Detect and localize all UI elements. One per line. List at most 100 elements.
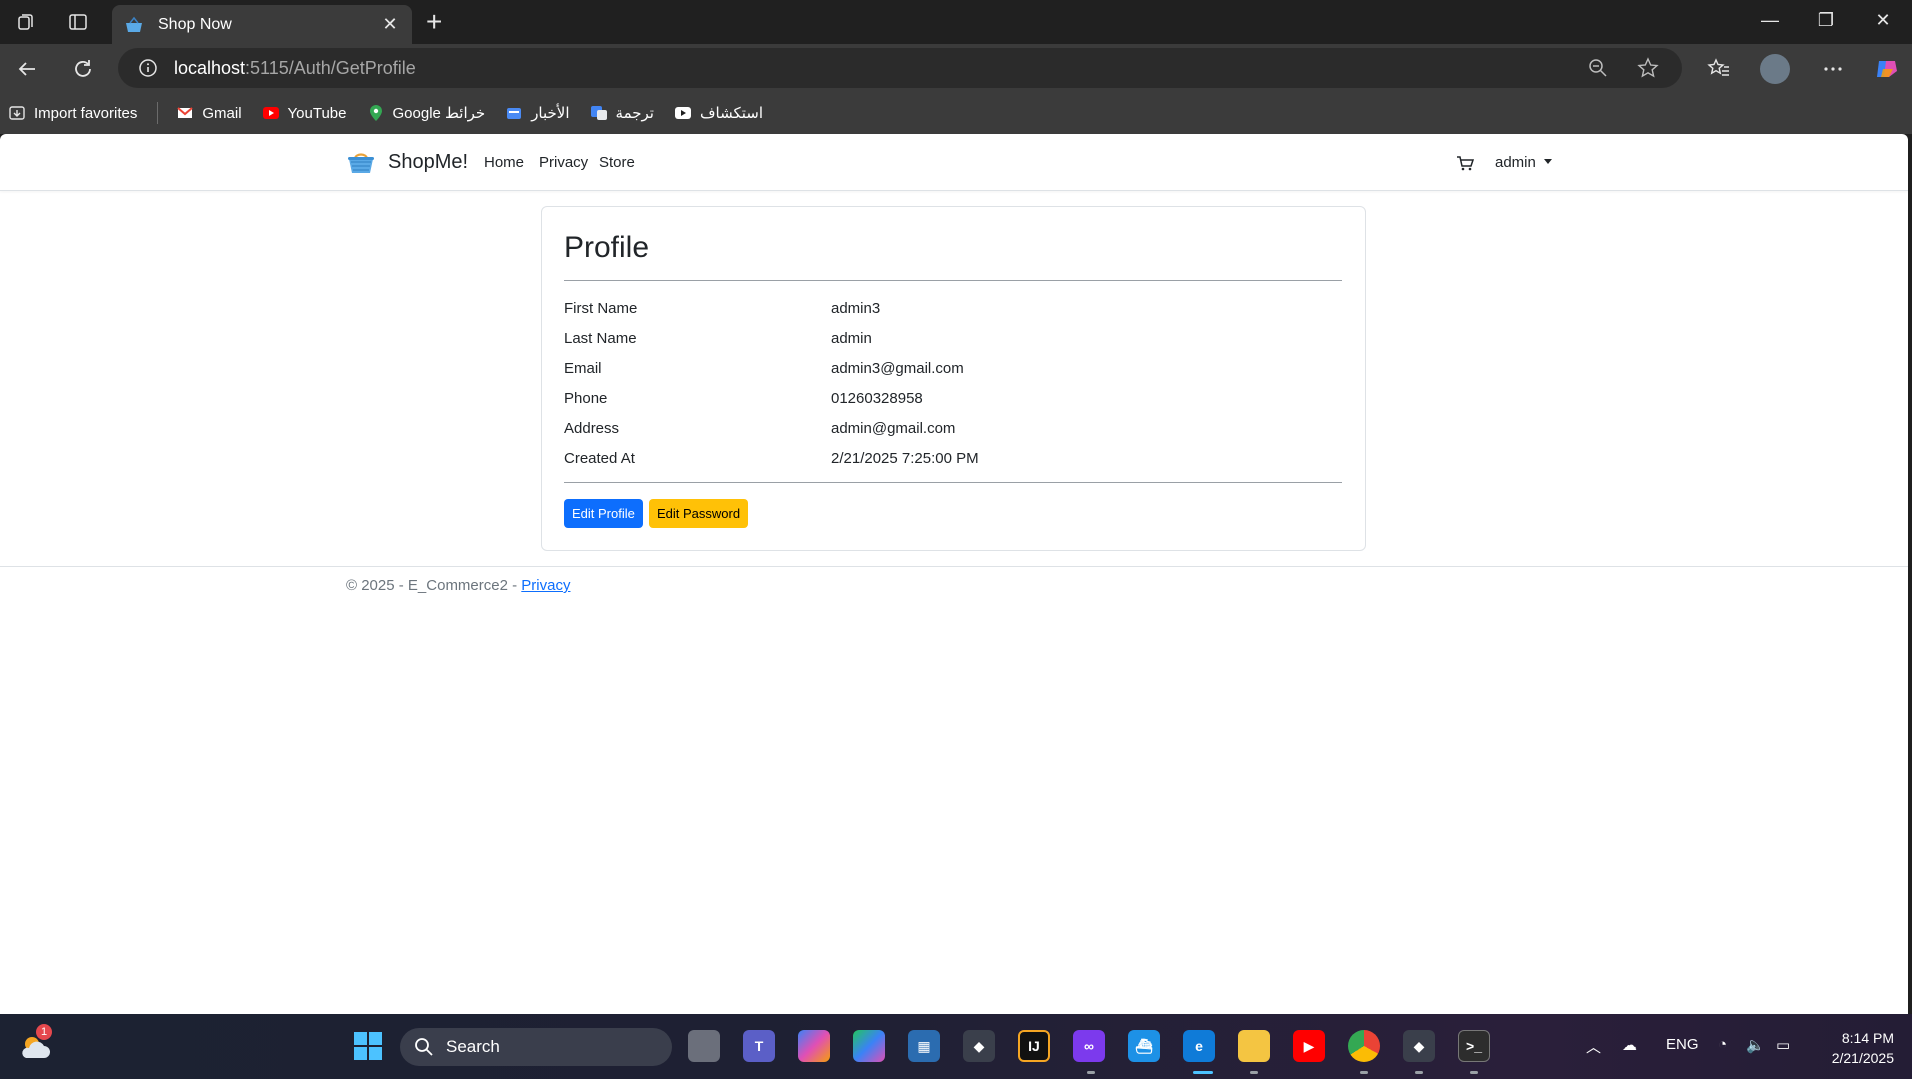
favorite-gmail[interactable]: Gmail xyxy=(176,104,242,122)
profile-avatar[interactable] xyxy=(1760,54,1790,84)
divider xyxy=(564,482,1342,483)
active-indicator xyxy=(1193,1071,1213,1074)
workspaces-icon[interactable] xyxy=(14,10,38,34)
browser-tab-bar: Shop Now ✕ + — ❐ ✕ xyxy=(0,0,1912,44)
copilot-taskbar-icon[interactable] xyxy=(798,1030,830,1062)
running-indicator xyxy=(1087,1071,1095,1074)
refresh-button[interactable] xyxy=(70,56,96,82)
taskbar-clock[interactable]: 8:14 PM 2/21/2025 xyxy=(1832,1028,1894,1068)
battery-icon[interactable]: ▭ xyxy=(1776,1036,1790,1054)
favorite-translate[interactable]: ترجمة xyxy=(590,104,654,122)
address-bar[interactable]: localhost:5115/Auth/GetProfile xyxy=(118,48,1682,88)
close-tab-icon[interactable]: ✕ xyxy=(380,14,400,35)
restore-button[interactable]: ❐ xyxy=(1811,10,1841,31)
basket-icon xyxy=(126,16,142,32)
user-dropdown[interactable]: admin xyxy=(1495,154,1552,171)
gitkraken-icon[interactable]: ◆ xyxy=(963,1030,995,1062)
favorites-bar: Import favorites Gmail YouTube Google خر… xyxy=(0,92,1912,134)
profile-card: Profile First Name admin3 Last Name admi… xyxy=(541,206,1366,551)
favorite-google-maps[interactable]: Google خرائط xyxy=(367,104,485,122)
divider xyxy=(564,280,1342,281)
address-value: admin@gmail.com xyxy=(831,420,956,437)
zoom-icon[interactable] xyxy=(1586,56,1610,80)
clock-date: 2/21/2025 xyxy=(1831,1050,1894,1066)
site-footer: © 2025 - E_Commerce2 - Privacy xyxy=(0,566,1908,606)
site-info-icon[interactable] xyxy=(138,58,158,78)
translate-icon xyxy=(590,106,607,120)
store-icon[interactable]: ▦ xyxy=(908,1030,940,1062)
taskbar-search[interactable]: Search xyxy=(400,1028,672,1066)
git-icon[interactable]: ◆ xyxy=(1403,1030,1435,1062)
task-view-icon[interactable] xyxy=(688,1030,720,1062)
phone-value: 01260328958 xyxy=(831,390,923,407)
language-indicator[interactable]: ENG xyxy=(1666,1036,1699,1053)
url-text: localhost:5115/Auth/GetProfile xyxy=(174,57,416,78)
visual-studio-icon[interactable]: ∞ xyxy=(1073,1030,1105,1062)
chevron-down-icon xyxy=(1543,159,1552,164)
search-icon xyxy=(415,1038,433,1056)
tab-title: Shop Now xyxy=(158,15,232,33)
wifi-icon[interactable]: ◔ xyxy=(1718,1036,1727,1053)
gmail-icon xyxy=(177,107,194,118)
news-icon xyxy=(507,108,522,119)
tab-shop-now[interactable]: Shop Now ✕ xyxy=(112,5,412,44)
m365-icon[interactable] xyxy=(853,1030,885,1062)
vertical-tabs-icon[interactable] xyxy=(66,10,90,34)
last-name-value: admin xyxy=(831,330,872,347)
browser-toolbar: localhost:5115/Auth/GetProfile xyxy=(0,44,1912,92)
edit-password-button[interactable]: Edit Password xyxy=(649,499,749,528)
tray-chevron-icon[interactable]: ︿ xyxy=(1586,1036,1601,1057)
created-at-label: Created At xyxy=(564,450,635,467)
page-title: Profile xyxy=(564,231,650,264)
favorite-discover[interactable]: استكشاف xyxy=(674,104,763,122)
site-navbar: ShopMe! Home Privacy Store admin xyxy=(0,134,1908,191)
chrome-icon[interactable] xyxy=(1348,1030,1380,1062)
minimize-button[interactable]: — xyxy=(1755,10,1785,31)
basket-logo-icon xyxy=(348,153,374,173)
taskbar: 1 Search T ▦ ◆ IJ ∞ ⛴ e ▶ ◆ >_ ︿ ☁ ENG ◔… xyxy=(0,1014,1912,1079)
favorite-import[interactable]: Import favorites xyxy=(8,104,137,122)
onedrive-icon[interactable]: ☁ xyxy=(1622,1036,1637,1054)
brand-link[interactable]: ShopMe! xyxy=(346,148,468,176)
running-indicator xyxy=(1415,1071,1423,1074)
created-at-value: 2/21/2025 7:25:00 PM xyxy=(831,450,979,467)
file-explorer-icon[interactable] xyxy=(1238,1030,1270,1062)
page-viewport: ShopMe! Home Privacy Store admin Profile… xyxy=(0,134,1908,1014)
import-icon xyxy=(9,106,25,120)
back-button[interactable] xyxy=(14,56,40,82)
maps-icon xyxy=(369,105,382,121)
terminal-icon[interactable]: >_ xyxy=(1458,1030,1490,1062)
email-value: admin3@gmail.com xyxy=(831,360,964,377)
clock-time: 8:14 PM xyxy=(1841,1030,1894,1046)
nav-home[interactable]: Home xyxy=(484,154,524,171)
favorite-youtube[interactable]: YouTube xyxy=(262,104,347,122)
edit-profile-button[interactable]: Edit Profile xyxy=(564,499,643,528)
favorite-news[interactable]: الأخبار xyxy=(505,104,570,122)
footer-privacy-link[interactable]: Privacy xyxy=(521,577,570,594)
search-label: Search xyxy=(446,1037,500,1056)
volume-icon[interactable]: 🔈 xyxy=(1746,1036,1765,1054)
favorites-separator xyxy=(157,102,159,124)
running-indicator xyxy=(1360,1071,1368,1074)
new-tab-button[interactable]: + xyxy=(426,8,442,36)
intellij-icon[interactable]: IJ xyxy=(1018,1030,1050,1062)
copilot-icon[interactable] xyxy=(1872,54,1902,84)
close-window-button[interactable]: ✕ xyxy=(1868,10,1898,31)
edge-icon[interactable]: e xyxy=(1183,1030,1215,1062)
favorite-star-icon[interactable] xyxy=(1636,56,1660,80)
windows-start-icon[interactable] xyxy=(352,1030,384,1062)
teams-icon[interactable]: T xyxy=(743,1030,775,1062)
running-indicator xyxy=(1250,1071,1258,1074)
cart-icon[interactable] xyxy=(1456,154,1474,172)
docker-icon[interactable]: ⛴ xyxy=(1128,1030,1160,1062)
running-indicator xyxy=(1470,1071,1478,1074)
nav-store[interactable]: Store xyxy=(599,154,635,171)
phone-label: Phone xyxy=(564,390,608,407)
favorites-icon[interactable] xyxy=(1706,56,1732,82)
notification-badge: 1 xyxy=(36,1024,52,1040)
nav-privacy[interactable]: Privacy xyxy=(539,154,588,171)
discover-icon xyxy=(674,107,691,119)
more-options-icon[interactable] xyxy=(1820,56,1846,82)
footer-text: © 2025 - E_Commerce2 - Privacy xyxy=(346,577,571,594)
youtube-taskbar-icon[interactable]: ▶ xyxy=(1293,1030,1325,1062)
